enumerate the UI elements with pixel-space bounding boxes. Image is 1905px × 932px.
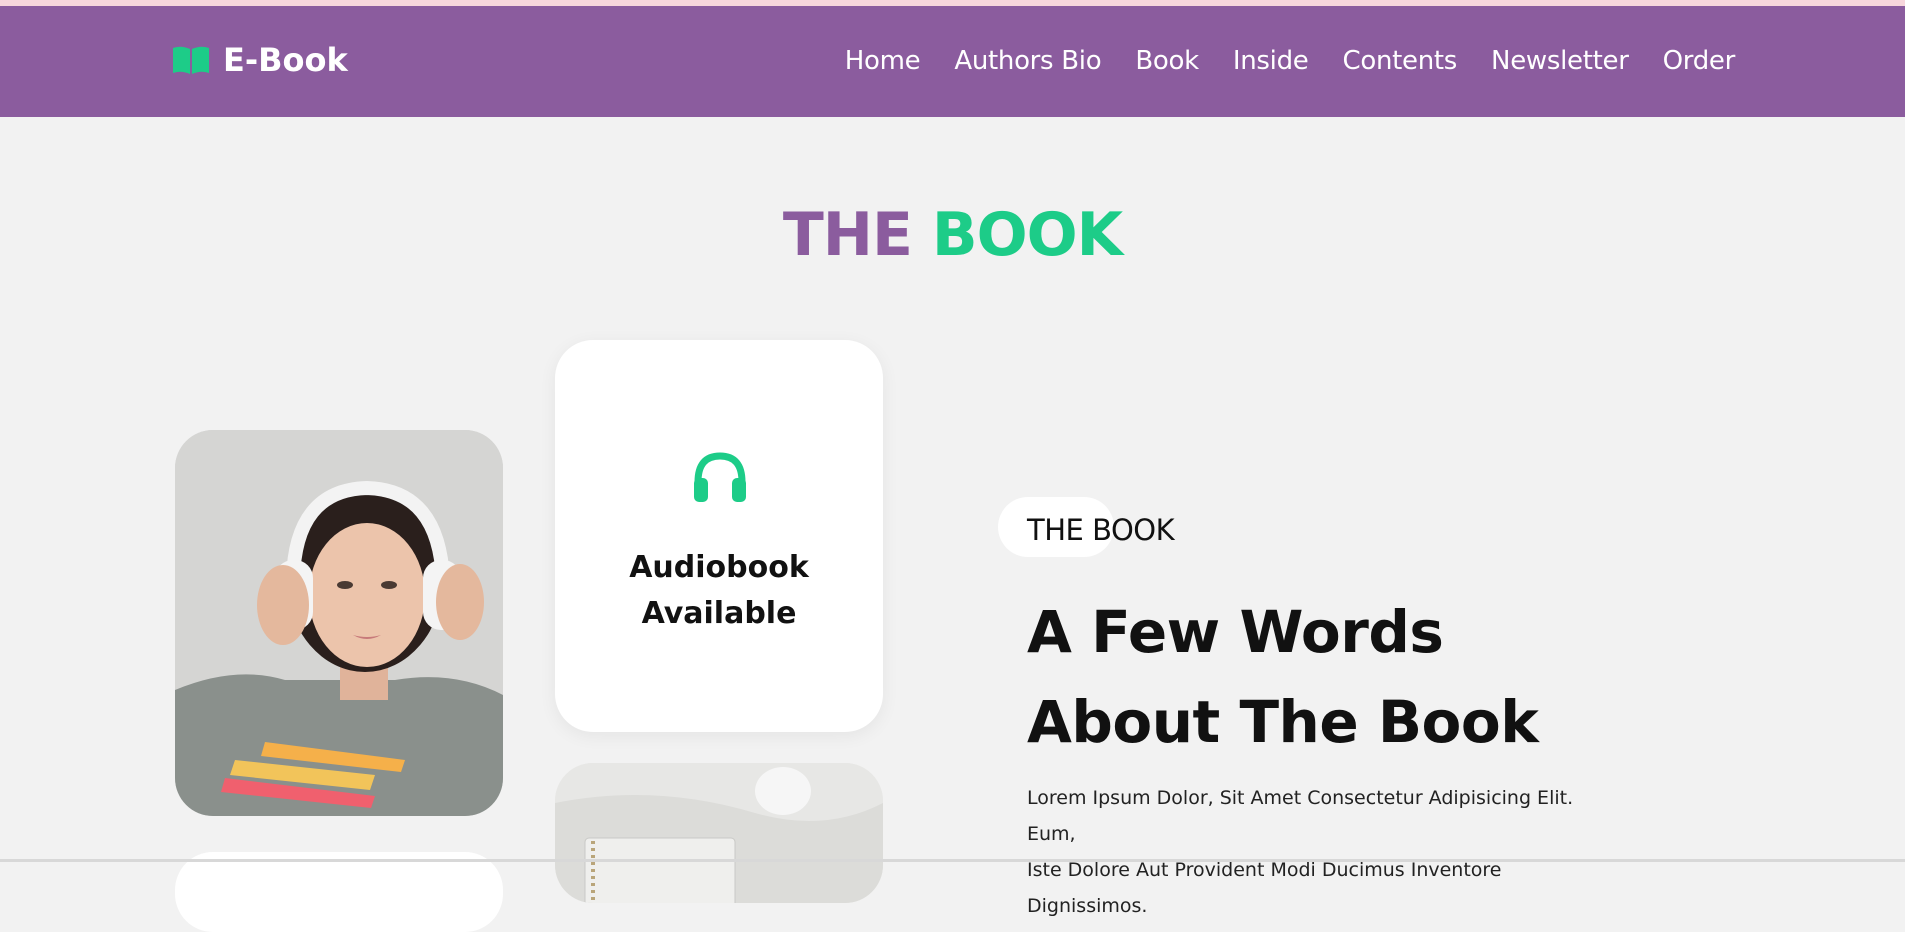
nav-item-contents[interactable]: Contents xyxy=(1342,46,1457,76)
site-header: E-Book Home Authors Bio Book Inside Cont… xyxy=(0,6,1905,117)
about-headline-line2: About The Book xyxy=(1027,688,1539,756)
about-headline-line1: A Few Words xyxy=(1027,598,1444,666)
woman-headphones-photo xyxy=(175,430,503,816)
audiobook-card: Audiobook Available xyxy=(555,340,883,732)
audiobook-text: Audiobook Available xyxy=(555,545,883,637)
main-nav: Home Authors Bio Book Inside Contents Ne… xyxy=(845,46,1736,76)
nav-item-book[interactable]: Book xyxy=(1135,46,1199,76)
nav-item-order[interactable]: Order xyxy=(1663,46,1736,76)
about-headline: A Few Words About The Book xyxy=(1027,587,1667,767)
section-title-part2: BOOK xyxy=(931,200,1123,270)
section-title-part1: THE xyxy=(782,200,913,270)
brand-logo[interactable]: E-Book xyxy=(171,41,348,79)
about-paragraph-line1: Lorem Ipsum Dolor, Sit Amet Consectetur … xyxy=(1027,787,1574,845)
about-paragraph: Lorem Ipsum Dolor, Sit Amet Consectetur … xyxy=(1027,780,1627,924)
about-paragraph-line2: Iste Dolore Aut Provident Modi Ducimus I… xyxy=(1027,859,1502,917)
nav-item-home[interactable]: Home xyxy=(845,46,921,76)
section-title: THE BOOK xyxy=(0,200,1905,270)
audiobook-line1: Audiobook xyxy=(629,550,809,585)
nav-item-newsletter[interactable]: Newsletter xyxy=(1491,46,1629,76)
desk-photo xyxy=(555,763,883,903)
open-book-icon xyxy=(171,44,211,76)
brand-name: E-Book xyxy=(223,41,348,79)
feature-card-partial xyxy=(175,852,503,932)
audiobook-line2: Available xyxy=(641,596,797,631)
nav-item-inside[interactable]: Inside xyxy=(1233,46,1309,76)
nav-item-authors-bio[interactable]: Authors Bio xyxy=(954,46,1101,76)
about-eyebrow: THE BOOK xyxy=(1027,513,1175,547)
